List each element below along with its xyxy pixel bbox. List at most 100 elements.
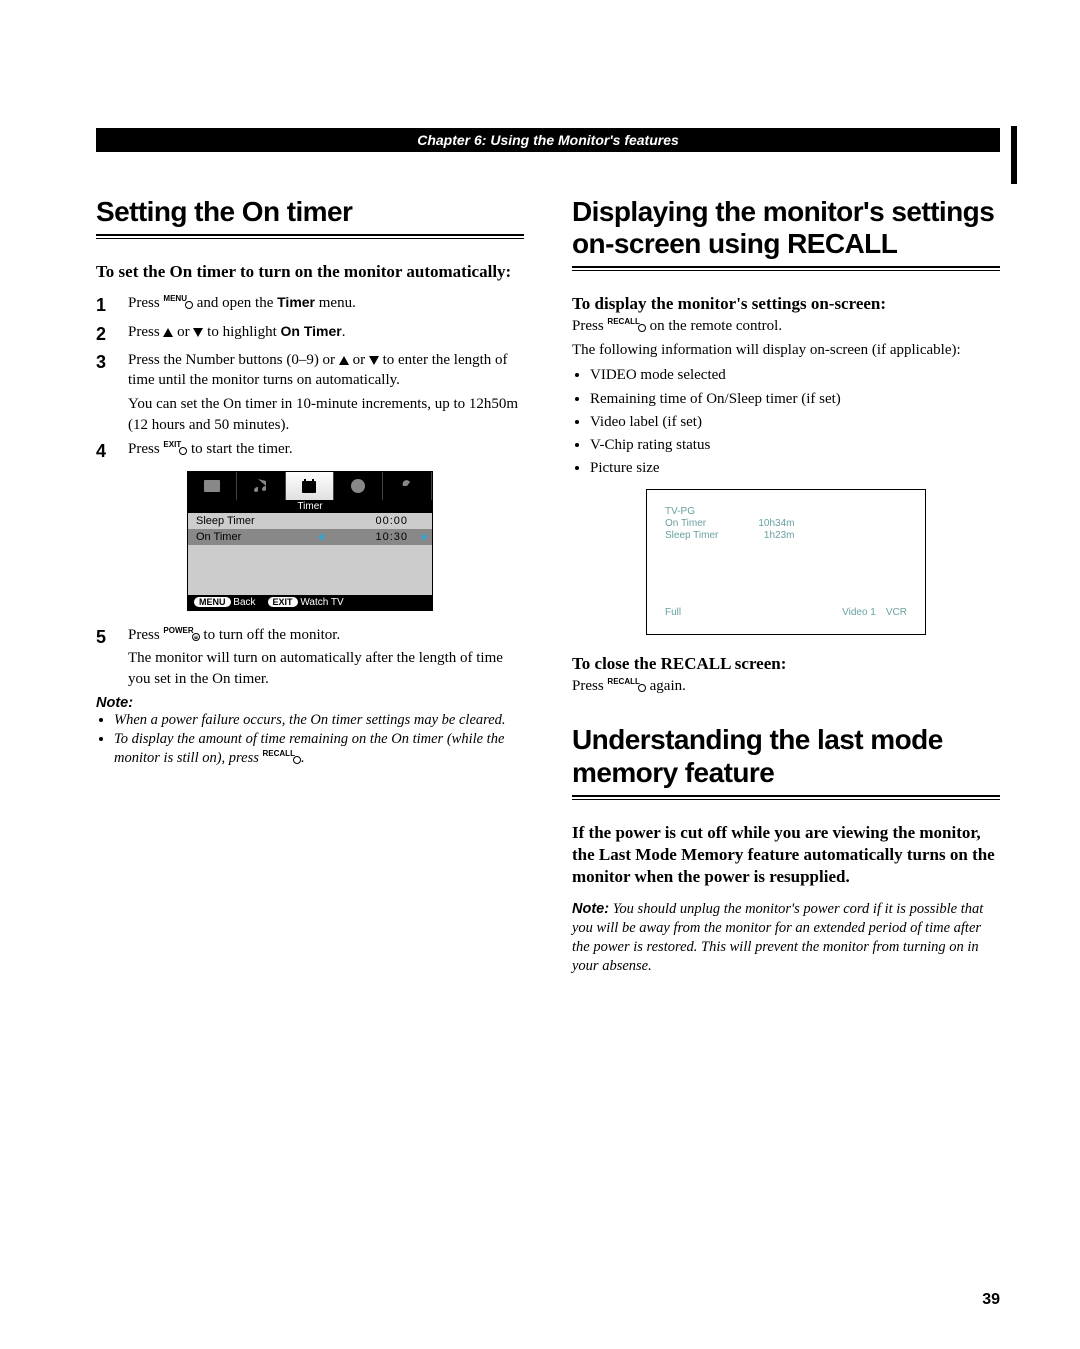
note-text: To display the amount of time remaining …: [114, 731, 504, 766]
recall-value: VCR: [886, 607, 907, 618]
recall-button-label: RECALL: [263, 749, 295, 758]
osd-row-value: 10:30: [375, 531, 424, 543]
text: on the remote control.: [646, 318, 782, 334]
note-item: When a power failure occurs, the On time…: [114, 711, 524, 730]
recall-button-label: RECALL: [607, 677, 639, 686]
triangle-left-icon: [318, 533, 324, 541]
recall-label: TV-PG: [665, 506, 718, 518]
close-recall-subhead: To close the RECALL screen:: [572, 653, 1000, 675]
recall-value: Video 1: [842, 607, 876, 618]
step-5: 5 Press POWER to turn off the monitor. T…: [96, 625, 524, 689]
list-item: V-Chip rating status: [590, 434, 1000, 457]
osd-row-label: Sleep Timer: [196, 515, 255, 527]
step-1: 1 Press MENU and open the Timer menu.: [96, 293, 524, 317]
triangle-right-icon: [422, 533, 428, 541]
list-item: Remaining time of On/Sleep timer (if set…: [590, 388, 1000, 411]
exit-button-label: EXIT: [163, 440, 181, 449]
osd-footer-label: Back: [233, 597, 255, 608]
note-text: .: [301, 750, 305, 766]
step-text: Press the Number buttons (0–9) or: [128, 352, 339, 368]
arrow-down-icon: [193, 328, 203, 337]
button-circle-icon: [192, 633, 200, 641]
step-3: 3 Press the Number buttons (0–9) or or t…: [96, 350, 524, 435]
note-list: When a power failure occurs, the On time…: [96, 711, 524, 768]
step-bold: On Timer: [281, 323, 342, 339]
osd-subtitle: Timer: [188, 500, 432, 513]
step-2: 2 Press or to highlight On Timer.: [96, 322, 524, 346]
page-number: 39: [982, 1291, 1000, 1309]
osd-tab-setup-icon: [334, 472, 383, 500]
left-column: Setting the On timer To set the On timer…: [96, 196, 524, 975]
step-text: You can set the On timer in 10-minute in…: [128, 396, 518, 432]
step-text: and open the: [193, 295, 277, 311]
osd-body: Sleep Timer 00:00 On Timer 10:30: [188, 513, 432, 595]
step-number: 3: [96, 350, 114, 435]
step-text: Press: [128, 295, 163, 311]
section-title-last-mode: Understanding the last mode memory featu…: [572, 724, 1000, 788]
recall-button-label: RECALL: [607, 317, 639, 326]
list-item: Picture size: [590, 457, 1000, 480]
list-item: Video label (if set): [590, 411, 1000, 434]
button-circle-icon: [179, 447, 187, 455]
osd-footer: MENU Back EXIT Watch TV: [188, 595, 432, 610]
note-heading: Note:: [96, 695, 524, 711]
section-title-on-timer: Setting the On timer: [96, 196, 524, 228]
recall-label: On Timer: [665, 518, 718, 530]
recall-value: 1h23m: [758, 530, 794, 542]
section-title-recall: Displaying the monitor's settings on-scr…: [572, 196, 1000, 260]
osd-footer-pill: MENU: [194, 597, 231, 607]
step-bold: Timer: [277, 294, 315, 310]
button-circle-icon: [638, 324, 646, 332]
osd-tab-audio-icon: [237, 472, 286, 500]
step-text: to turn off the monitor.: [200, 627, 341, 643]
step-text: .: [342, 324, 346, 340]
step-text: The monitor will turn on automatically a…: [128, 650, 503, 686]
right-column: Displaying the monitor's settings on-scr…: [572, 196, 1000, 975]
step-text: Press: [128, 441, 163, 457]
step-text: Press: [128, 324, 163, 340]
osd-row-sleep-timer: Sleep Timer 00:00: [188, 513, 432, 529]
step-number: 1: [96, 293, 114, 317]
step-text: or: [173, 324, 193, 340]
note-label: Note:: [572, 901, 609, 917]
title-rule: [572, 795, 1000, 800]
arrow-up-icon: [163, 328, 173, 337]
osd-tabs: [188, 472, 432, 500]
recall-subhead: To display the monitor's settings on-scr…: [572, 293, 1000, 315]
recall-value: 10h34m: [758, 518, 794, 530]
text: Press: [572, 678, 607, 694]
step-number: 2: [96, 322, 114, 346]
button-circle-icon: [293, 756, 301, 764]
osd-tab-lock-icon: [383, 472, 432, 500]
arrow-up-icon: [339, 356, 349, 365]
menu-button-label: MENU: [163, 294, 187, 303]
osd-tab-picture-icon: [188, 472, 237, 500]
steps-list-continued: 5 Press POWER to turn off the monitor. T…: [96, 625, 524, 689]
note-item: To display the amount of time remaining …: [114, 730, 524, 768]
osd-row-on-timer: On Timer 10:30: [188, 529, 432, 545]
recall-label: Sleep Timer: [665, 530, 718, 542]
page-edge-marker: [1011, 126, 1017, 184]
steps-list: 1 Press MENU and open the Timer menu. 2 …: [96, 293, 524, 463]
last-mode-note: Note: You should unplug the monitor's po…: [572, 900, 1000, 975]
step-text: menu.: [315, 295, 356, 311]
step-text: to start the timer.: [187, 441, 292, 457]
step-number: 5: [96, 625, 114, 689]
title-rule: [572, 266, 1000, 271]
osd-footer-label: Watch TV: [300, 597, 343, 608]
step-text: Press: [128, 627, 163, 643]
on-timer-subhead: To set the On timer to turn on the monit…: [96, 261, 524, 283]
button-circle-icon: [185, 301, 193, 309]
button-circle-icon: [638, 684, 646, 692]
osd-tab-timer-icon: [286, 472, 335, 500]
following-info-text: The following information will display o…: [572, 341, 1000, 361]
recall-screen-graphic: TV-PG On Timer Sleep Timer 10h34m 1h23m …: [572, 489, 1000, 635]
arrow-down-icon: [369, 356, 379, 365]
step-text: or: [349, 352, 369, 368]
chapter-banner: Chapter 6: Using the Monitor's features: [96, 128, 1000, 152]
osd-footer-pill: EXIT: [268, 597, 298, 607]
step-text: to highlight: [203, 324, 280, 340]
last-mode-para: If the power is cut off while you are vi…: [572, 822, 1000, 888]
step-number: 4: [96, 439, 114, 463]
title-rule: [96, 234, 524, 239]
